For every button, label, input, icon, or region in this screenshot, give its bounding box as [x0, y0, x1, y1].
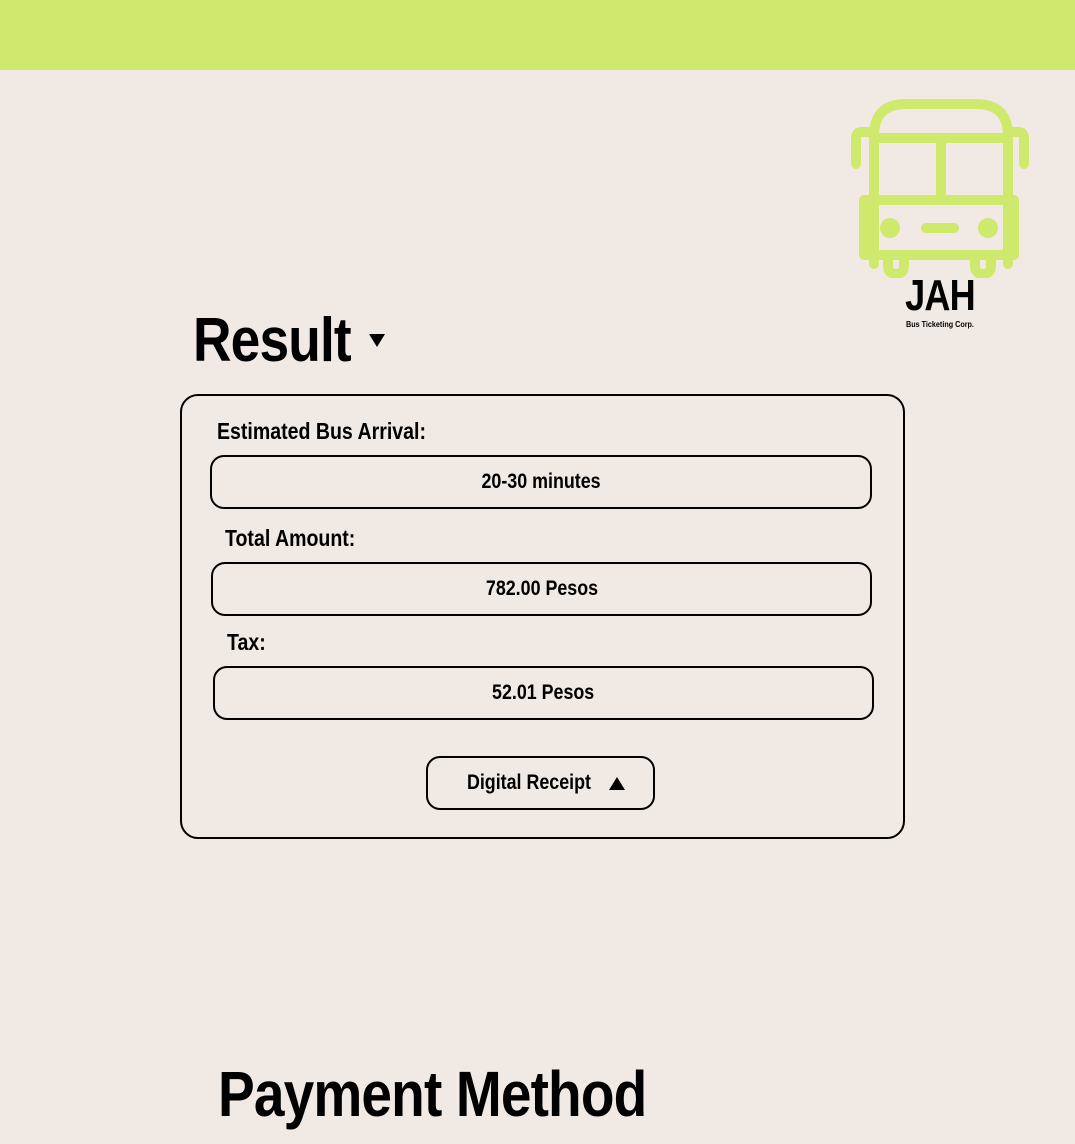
result-card: Estimated Bus Arrival: 20-30 minutes Tot… — [180, 394, 905, 839]
estimated-arrival-field: 20-30 minutes — [210, 455, 872, 509]
estimated-arrival-value: 20-30 minutes — [481, 470, 601, 493]
page: JAH Bus Ticketing Corp. Result Estimated… — [0, 0, 1075, 1144]
total-amount-field: 782.00 Pesos — [211, 562, 872, 616]
logo-tagline: Bus Ticketing Corp. — [906, 320, 974, 329]
payment-method-heading: Payment Method — [218, 1058, 647, 1130]
result-title: Result — [193, 306, 352, 375]
total-amount-label: Total Amount: — [225, 525, 356, 551]
digital-receipt-button[interactable]: Digital Receipt — [426, 756, 655, 810]
digital-receipt-label: Digital Receipt — [466, 771, 591, 794]
estimated-arrival-label: Estimated Bus Arrival: — [217, 418, 426, 444]
result-heading: Result — [193, 306, 385, 376]
company-logo: JAH Bus Ticketing Corp. — [848, 98, 1032, 338]
caret-up-icon — [609, 776, 626, 790]
top-header-bar — [0, 0, 1075, 70]
bus-icon — [851, 99, 1029, 278]
total-amount-value: 782.00 Pesos — [485, 577, 598, 600]
logo-name: JAH — [905, 271, 976, 320]
caret-down-icon[interactable] — [369, 334, 385, 347]
tax-field: 52.01 Pesos — [213, 666, 874, 720]
tax-label: Tax: — [227, 629, 266, 655]
tax-value: 52.01 Pesos — [492, 681, 595, 704]
